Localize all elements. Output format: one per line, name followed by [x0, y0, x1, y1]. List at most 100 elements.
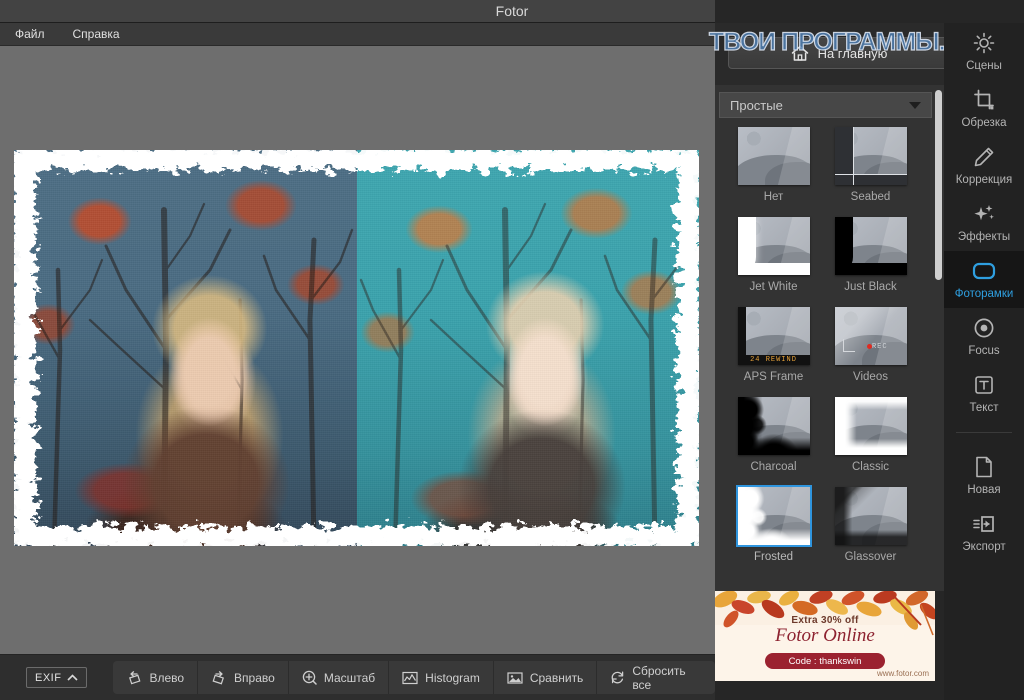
- sun-icon: [972, 31, 996, 55]
- frame-thumbnail: [737, 397, 810, 455]
- compare-label: Сравнить: [529, 670, 584, 685]
- photo-preview[interactable]: [14, 150, 699, 546]
- frame-label: Classic: [851, 461, 890, 473]
- banner-title: Fotor Online: [775, 625, 875, 646]
- text-icon: [972, 373, 996, 397]
- sidebar-item-frames[interactable]: Фоторамки: [944, 251, 1024, 308]
- menu-item-file[interactable]: Файл: [12, 25, 48, 43]
- sidebar-item-label: Текст: [969, 402, 999, 414]
- photo-original-half: [14, 150, 357, 546]
- frame-thumbnail: [834, 127, 907, 185]
- frame-label: APS Frame: [743, 371, 804, 383]
- reset-icon: [611, 671, 624, 684]
- banner-url: www.fotor.com: [876, 669, 929, 678]
- menu-item-help[interactable]: Справка: [70, 25, 123, 43]
- banner-code-pill: Code : thankswin: [765, 653, 885, 669]
- frame-label: Videos: [853, 371, 888, 383]
- frame-label: Glassover: [844, 551, 897, 563]
- frame-label: Charcoal: [750, 461, 797, 473]
- zoom-in-icon: [302, 670, 317, 685]
- frame-item-videos[interactable]: REC Videos: [822, 307, 919, 397]
- frame-item-frosted[interactable]: Frosted: [725, 485, 822, 577]
- rotate-right-button[interactable]: Вправо: [198, 661, 289, 694]
- film-grain-left: [14, 150, 357, 546]
- frame-item-classic[interactable]: Classic: [822, 397, 919, 487]
- compare-button[interactable]: Сравнить: [494, 661, 598, 694]
- image-tools-group: Влево Вправо Масштаб Histogram Сравнить …: [113, 661, 715, 694]
- promo-banner[interactable]: Extra 30% off Fotor Online Code : thanks…: [715, 591, 935, 681]
- reset-all-button[interactable]: Сбросить все: [597, 661, 715, 694]
- frame-item-seabed[interactable]: Seabed: [822, 127, 919, 217]
- frame-icon: [972, 259, 996, 283]
- rotate-left-button[interactable]: Влево: [113, 661, 199, 694]
- right-sidebar: Сцены Обрезка Коррекция Эффекты Фоторамк…: [944, 23, 1024, 700]
- bottom-toolbar: EXIF Влево Вправо Масштаб Histogram Срав…: [0, 654, 715, 700]
- focus-icon: [972, 316, 996, 340]
- frame-label: Jet White: [749, 281, 798, 293]
- frame-thumbnail: REC: [834, 307, 907, 365]
- sidebar-item-label: Новая: [967, 484, 1001, 496]
- frame-label: Нет: [763, 191, 784, 203]
- exif-label: EXIF: [35, 671, 62, 684]
- sidebar-item-label: Коррекция: [955, 174, 1013, 186]
- reset-all-label: Сбросить все: [632, 663, 686, 692]
- crop-icon: [972, 88, 996, 112]
- sidebar-divider: [956, 432, 1012, 433]
- zoom-button[interactable]: Масштаб: [289, 661, 390, 694]
- export-icon: [972, 512, 996, 536]
- rotate-left-label: Влево: [149, 670, 185, 685]
- zoom-label: Масштаб: [323, 670, 376, 685]
- pencil-icon: [972, 145, 996, 169]
- histogram-label: Histogram: [425, 670, 480, 685]
- frame-thumbnail: [834, 487, 907, 545]
- frames-scrollbar-thumb[interactable]: [935, 90, 942, 280]
- frames-panel: Простые Нет Seabed Jet White Just Black …: [715, 85, 944, 591]
- frame-item-aps-frame[interactable]: 24 REWIND APS Frame: [725, 307, 822, 397]
- right-region: На главную Простые Нет Seabed Jet White …: [708, 0, 1024, 700]
- chevron-down-icon: [909, 101, 921, 109]
- histogram-icon: [402, 671, 418, 684]
- sidebar-item-focus[interactable]: Focus: [944, 308, 1024, 365]
- new-document-icon: [972, 455, 996, 479]
- sidebar-item-label: Экспорт: [962, 541, 1006, 553]
- frame-item-just-black[interactable]: Just Black: [822, 217, 919, 307]
- frame-item-none[interactable]: Нет: [725, 127, 822, 217]
- frame-thumbnail: [834, 397, 907, 455]
- sidebar-item-label: Эффекты: [957, 231, 1011, 243]
- fotor-app-window: Fotor Файл Справка EXIF Влево Вправо Мас…: [0, 0, 1024, 700]
- sidebar-item-label: Фоторамки: [954, 288, 1014, 300]
- rotate-right-label: Вправо: [234, 670, 275, 685]
- frame-item-charcoal[interactable]: Charcoal: [725, 397, 822, 487]
- film-grain-right: [357, 150, 699, 546]
- frame-item-glassover[interactable]: Glassover: [822, 487, 919, 577]
- sidebar-item-label: Обрезка: [961, 117, 1007, 129]
- compare-image-icon: [507, 671, 523, 684]
- sidebar-item-new[interactable]: Новая: [944, 447, 1024, 504]
- canvas-area[interactable]: [0, 46, 715, 654]
- frame-thumbnail: [737, 127, 810, 185]
- rotate-right-icon: [212, 671, 225, 685]
- sidebar-item-text[interactable]: Текст: [944, 365, 1024, 422]
- frames-scrollbar[interactable]: [934, 88, 943, 588]
- menu-bar: Файл Справка: [0, 23, 715, 46]
- frame-label: Just Black: [844, 281, 897, 293]
- exif-button[interactable]: EXIF: [26, 667, 88, 688]
- sidebar-item-scenes[interactable]: Сцены: [944, 23, 1024, 80]
- sparkle-icon: [972, 202, 996, 226]
- sidebar-item-crop[interactable]: Обрезка: [944, 80, 1024, 137]
- frame-thumbnail: [737, 217, 810, 275]
- photo-edited-half: [357, 150, 699, 546]
- frame-thumbnail: [735, 485, 812, 547]
- frame-thumbnail: 24 REWIND: [737, 307, 810, 365]
- histogram-button[interactable]: Histogram: [389, 661, 494, 694]
- sidebar-item-label: Сцены: [966, 60, 1002, 72]
- frame-item-jet-white[interactable]: Jet White: [725, 217, 822, 307]
- frame-category-value: Простые: [730, 97, 783, 113]
- sidebar-item-adjust[interactable]: Коррекция: [944, 137, 1024, 194]
- frame-label: Frosted: [754, 551, 793, 563]
- frame-category-select[interactable]: Простые: [719, 92, 932, 118]
- frame-label: Seabed: [850, 191, 891, 203]
- sidebar-item-effects[interactable]: Эффекты: [944, 194, 1024, 251]
- frame-thumbnail: [834, 217, 907, 275]
- sidebar-item-export[interactable]: Экспорт: [944, 504, 1024, 561]
